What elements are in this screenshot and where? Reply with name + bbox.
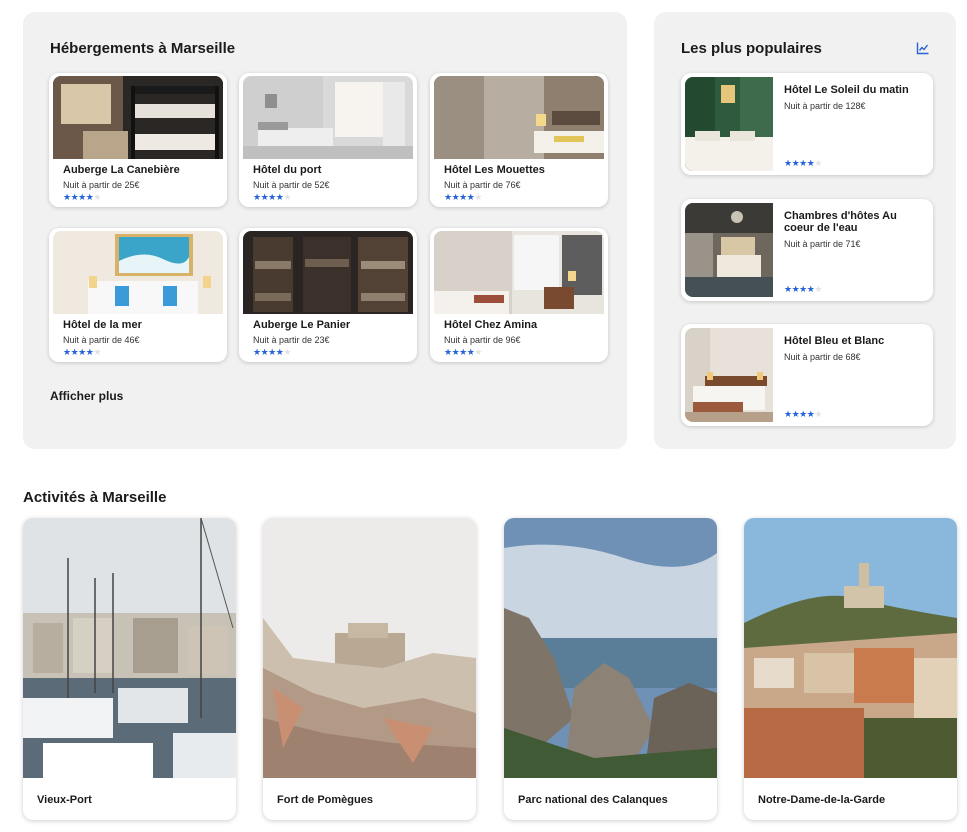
star-filled-icon: ★: [268, 192, 276, 202]
star-rating: ★★★★★: [253, 347, 291, 357]
star-empty-icon: ★: [814, 409, 822, 419]
show-more-link[interactable]: Afficher plus: [50, 389, 123, 403]
star-filled-icon: ★: [268, 347, 276, 357]
popular-title: Les plus populaires: [681, 40, 822, 57]
star-empty-icon: ★: [93, 192, 101, 202]
activity-card[interactable]: Notre-Dame-de-la-Garde: [744, 518, 957, 820]
star-filled-icon: ★: [784, 284, 792, 294]
hebergements-panel: Hébergements à Marseille Auberge La Cane…: [23, 12, 627, 449]
star-empty-icon: ★: [93, 347, 101, 357]
star-filled-icon: ★: [444, 192, 452, 202]
hotel-card[interactable]: Auberge La Canebière Nuit à partir de 25…: [49, 73, 227, 207]
star-empty-icon: ★: [814, 158, 822, 168]
star-filled-icon: ★: [799, 284, 807, 294]
green-room-photo: [685, 77, 773, 171]
star-empty-icon: ★: [283, 192, 291, 202]
star-filled-icon: ★: [253, 192, 261, 202]
star-rating: ★★★★★: [784, 158, 822, 169]
hotel-name: Hôtel Chez Amina: [444, 319, 538, 331]
seaside-room-photo: [53, 231, 223, 314]
star-rating: ★★★★★: [63, 192, 101, 202]
hotel-name: Hôtel de la mer: [63, 319, 142, 331]
star-rating: ★★★★★: [253, 192, 291, 202]
star-filled-icon: ★: [63, 192, 71, 202]
modern-room-photo: [434, 76, 604, 159]
star-rating: ★★★★★: [444, 192, 482, 202]
popular-hotel-price: Nuit à partir de 71€: [784, 239, 861, 249]
star-empty-icon: ★: [814, 284, 822, 294]
hotel-name: Hôtel du port: [253, 164, 322, 176]
bunk-beds-photo: [53, 76, 223, 159]
trending-chart-icon[interactable]: [916, 41, 930, 55]
star-empty-icon: ★: [283, 347, 291, 357]
popular-panel: Les plus populaires Hôtel Le Soleil du m…: [654, 12, 956, 449]
activity-card[interactable]: Fort de Pomègues: [263, 518, 476, 820]
hotel-card[interactable]: Hôtel du port Nuit à partir de 52€ ★★★★★: [239, 73, 417, 207]
warm-room-photo: [685, 328, 773, 422]
activity-card[interactable]: Vieux-Port: [23, 518, 236, 820]
hotel-price: Nuit à partir de 76€: [444, 180, 521, 190]
hotel-name: Auberge Le Panier: [253, 319, 351, 331]
activity-name: Notre-Dame-de-la-Garde: [758, 794, 886, 806]
star-rating: ★★★★★: [784, 409, 822, 420]
star-filled-icon: ★: [444, 347, 452, 357]
activity-name: Vieux-Port: [37, 794, 92, 806]
white-room-photo: [243, 76, 413, 159]
star-filled-icon: ★: [78, 192, 86, 202]
popular-hotel-name: Hôtel Le Soleil du matin: [784, 84, 909, 96]
activity-card[interactable]: Parc national des Calanques: [504, 518, 717, 820]
harbor-boats-photo: [23, 518, 236, 778]
dorm-photo: [243, 231, 413, 314]
activity-name: Parc national des Calanques: [518, 794, 668, 806]
star-empty-icon: ★: [474, 192, 482, 202]
hotel-price: Nuit à partir de 46€: [63, 335, 140, 345]
star-rating: ★★★★★: [444, 347, 482, 357]
calanques-cliffs-photo: [504, 518, 717, 778]
hotel-card[interactable]: Hôtel de la mer Nuit à partir de 46€ ★ ★ ★…: [49, 228, 227, 362]
popular-hotel-price: Nuit à partir de 68€: [784, 352, 861, 362]
popular-hotel-price: Nuit à partir de 128€: [784, 101, 866, 111]
popular-hotel-card[interactable]: Hôtel Le Soleil du matin Nuit à partir d…: [681, 73, 933, 175]
hotel-price: Nuit à partir de 52€: [253, 180, 330, 190]
popular-hotel-name: Hôtel Bleu et Blanc: [784, 335, 885, 347]
star-empty-icon: ★: [474, 347, 482, 357]
basilica-hill-photo: [744, 518, 957, 778]
popular-hotel-card[interactable]: Chambres d'hôtes Au coeur de l'eau Nuit …: [681, 199, 933, 301]
hotel-card[interactable]: Hôtel Chez Amina Nuit à partir de 96€ ★ ★…: [430, 228, 608, 362]
star-filled-icon: ★: [459, 347, 467, 357]
hotel-card[interactable]: Auberge Le Panier Nuit à partir de 23€ ★…: [239, 228, 417, 362]
star-filled-icon: ★: [799, 409, 807, 419]
star-filled-icon: ★: [784, 158, 792, 168]
star-filled-icon: ★: [78, 347, 86, 357]
rocky-fort-photo: [263, 518, 476, 778]
hebergements-title: Hébergements à Marseille: [50, 40, 236, 57]
hotel-price: Nuit à partir de 96€: [444, 335, 521, 345]
activity-name: Fort de Pomègues: [277, 794, 373, 806]
star-filled-icon: ★: [63, 347, 71, 357]
chandelier-room-photo: [685, 203, 773, 297]
star-filled-icon: ★: [784, 409, 792, 419]
bright-room-photo: [434, 231, 604, 314]
popular-hotel-card[interactable]: Hôtel Bleu et Blanc Nuit à partir de 68€…: [681, 324, 933, 426]
hotel-card[interactable]: Hôtel Les Mouettes Nuit à partir de 76€ …: [430, 73, 608, 207]
star-filled-icon: ★: [459, 192, 467, 202]
hotel-price: Nuit à partir de 23€: [253, 335, 330, 345]
hotel-price: Nuit à partir de 25€: [63, 180, 140, 190]
star-filled-icon: ★: [253, 347, 261, 357]
hotel-name: Auberge La Canebière: [63, 164, 180, 176]
popular-hotel-name: Chambres d'hôtes Au coeur de l'eau: [784, 210, 897, 234]
activities-title: Activités à Marseille: [23, 489, 167, 506]
star-rating: ★★★★★: [63, 347, 101, 357]
star-rating: ★★★★★: [784, 284, 822, 295]
hotel-name: Hôtel Les Mouettes: [444, 164, 545, 176]
star-filled-icon: ★: [799, 158, 807, 168]
